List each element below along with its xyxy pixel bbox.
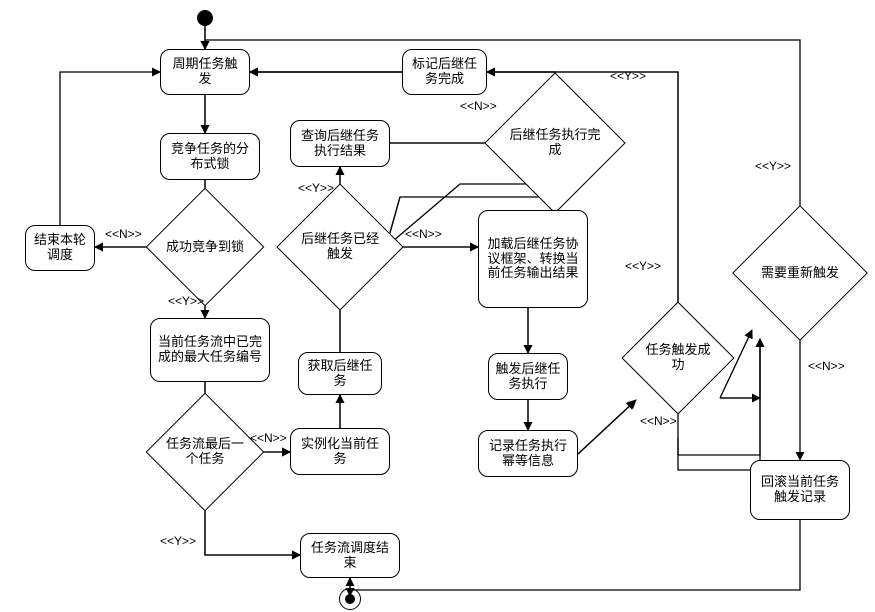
node-label: 成功竞争到锁 [166,240,244,255]
node-query-successor-result: 查询后继任务执行结果 [290,120,390,167]
branch-label: <<Y>> [298,182,334,196]
decision-trigger-success: 任务触发成功 [638,318,718,398]
node-label: 获取后继任务 [305,359,375,389]
decision-successor-done: 后继任务执行完成 [505,93,605,193]
node-label: 实例化当前任务 [297,437,383,467]
node-label: 回滚当前任务触发记录 [757,475,843,505]
branch-label: <<N>> [460,100,497,114]
node-label: 触发后继任务执行 [495,362,561,392]
branch-label: <<N>> [105,228,142,242]
node-label: 当前任务流中已完成的最大任务编号 [157,335,263,365]
node-load-protocol: 加载后继任务协议框架、转换当前任务输出结果 [478,210,588,308]
node-label: 后继任务已经触发 [297,232,383,262]
branch-label: <<N>> [250,432,287,446]
initial-node [197,10,213,26]
node-label: 任务流最后一个任务 [165,437,245,467]
node-label: 竞争任务的分布式锁 [167,142,253,172]
decision-got-lock: 成功竞争到锁 [163,205,247,289]
node-flow-end: 任务流调度结束 [300,533,400,578]
node-periodic-trigger: 周期任务触发 [160,49,250,95]
node-label: 任务触发成功 [640,343,716,373]
node-label: 周期任务触发 [167,57,243,87]
branch-label: <<Y>> [168,295,204,309]
decision-successor-triggered: 后继任务已经触发 [295,202,385,292]
node-record-idempotent: 记录任务执行幂等信息 [478,430,578,477]
node-label: 标记后继任务完成 [409,57,480,87]
final-node [339,588,361,610]
node-label: 记录任务执行幂等信息 [485,439,571,469]
branch-label: <<N>> [808,360,845,374]
node-rollback-record: 回滚当前任务触发记录 [750,460,850,520]
branch-label: <<N>> [640,415,677,429]
node-label: 任务流调度结束 [307,541,393,571]
node-label: 查询后继任务执行结果 [297,129,383,159]
node-label: 需要重新触发 [761,266,839,281]
flowchart-canvas: 周期任务触发 竞争任务的分布式锁 成功竞争到锁 结束本轮调度 当前任务流中已完成… [0,0,875,612]
node-mark-successor-done: 标记后继任务完成 [402,49,487,95]
node-instantiate: 实例化当前任务 [290,428,390,475]
decision-last-task: 任务流最后一个任务 [163,410,247,494]
node-max-done-no: 当前任务流中已完成的最大任务编号 [150,318,270,382]
branch-label: <<Y>> [755,160,791,174]
node-trigger-successor: 触发后继任务执行 [488,353,568,400]
node-label: 加载后继任务协议框架、转换当前任务输出结果 [485,237,581,282]
node-compete-lock: 竞争任务的分布式锁 [160,133,260,180]
branch-label: <<Y>> [610,70,646,84]
node-label: 后继任务执行完成 [507,128,603,158]
node-end-round: 结束本轮调度 [25,225,95,271]
branch-label: <<Y>> [160,535,196,549]
node-label: 结束本轮调度 [32,233,88,263]
branch-label: <<N>> [405,228,442,242]
decision-need-retrigger: 需要重新触发 [752,225,848,321]
branch-label: <<Y>> [625,260,661,274]
node-get-successor: 获取后继任务 [298,352,382,395]
